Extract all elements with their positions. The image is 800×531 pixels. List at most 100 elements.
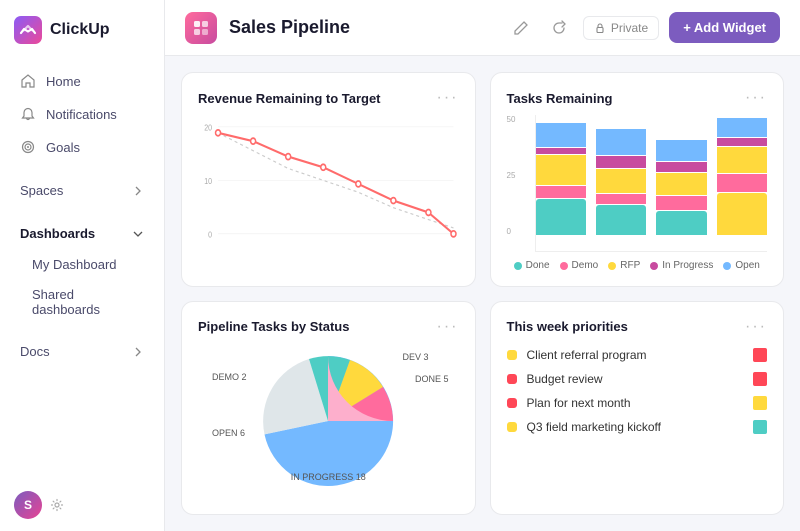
chevron-down-icon	[132, 228, 144, 240]
pipeline-card-header: Pipeline Tasks by Status ···	[198, 318, 459, 336]
revenue-card-menu[interactable]: ···	[437, 89, 459, 107]
revenue-card-header: Revenue Remaining to Target ···	[198, 89, 459, 107]
legend-demo-label: Demo	[572, 260, 599, 271]
sidebar-item-notifications-label: Notifications	[46, 107, 117, 122]
bar-chart-legend: Done Demo RFP In Progress	[507, 260, 768, 271]
dashboards-section: Dashboards My Dashboard Shared dashboard…	[0, 218, 164, 324]
dashboards-section-header[interactable]: Dashboards	[6, 218, 158, 249]
bar-groups	[535, 115, 768, 252]
bar-done-2	[596, 205, 646, 235]
dashboards-label: Dashboards	[20, 226, 95, 241]
spaces-section: Spaces	[0, 175, 164, 206]
bar-chart-y-axis: 50 25 0	[507, 115, 516, 236]
sidebar-item-goals-label: Goals	[46, 140, 80, 155]
bar-done-1	[536, 199, 586, 235]
pipeline-pie-area: DEV 3 DONE 5 IN PROGRESS 18 OPEN 6 DEMO …	[198, 344, 459, 499]
bar-inprogress-4	[717, 138, 767, 145]
priority-item-3: Q3 field marketing kickoff	[507, 420, 768, 434]
tasks-card-title: Tasks Remaining	[507, 91, 613, 106]
pipeline-card: Pipeline Tasks by Status ···	[181, 301, 476, 516]
priority-item-0: Client referral program	[507, 348, 768, 362]
sidebar-item-notifications[interactable]: Notifications	[6, 98, 158, 130]
priorities-card: This week priorities ··· Client referral…	[490, 301, 785, 516]
docs-section-header[interactable]: Docs	[6, 336, 158, 367]
bar-open-3	[656, 140, 706, 162]
bar-inprogress-2	[596, 156, 646, 168]
priority-list: Client referral program Budget review Pl…	[507, 348, 768, 499]
legend-demo-dot	[560, 262, 568, 270]
tasks-bar-chart: 50 25 0	[507, 115, 768, 271]
priority-flag-0	[753, 348, 767, 362]
priorities-card-title: This week priorities	[507, 319, 628, 334]
refresh-icon	[551, 20, 567, 36]
bar-open-4	[717, 118, 767, 137]
pie-label-done: DONE 5	[415, 374, 449, 384]
chevron-right-icon	[132, 185, 144, 197]
y-label-25: 25	[507, 171, 516, 180]
priority-dot-3	[507, 422, 517, 432]
target-icon	[20, 139, 36, 155]
avatar[interactable]: S	[14, 491, 42, 519]
pie-label-dev: DEV 3	[402, 352, 428, 362]
sidebar-item-goals[interactable]: Goals	[6, 131, 158, 163]
priorities-card-header: This week priorities ···	[507, 318, 768, 336]
bar-done-4	[717, 193, 767, 235]
bar-group-1	[536, 115, 586, 235]
pipeline-card-menu[interactable]: ···	[437, 318, 459, 336]
clickup-logo-icon	[14, 16, 42, 44]
add-widget-button[interactable]: + Add Widget	[669, 12, 780, 43]
legend-open-dot	[723, 262, 731, 270]
priority-dot-1	[507, 374, 517, 384]
priority-dot-0	[507, 350, 517, 360]
logo-text: ClickUp	[50, 21, 110, 39]
pencil-icon	[513, 20, 529, 36]
bar-group-2	[596, 115, 646, 235]
priority-flag-2	[753, 396, 767, 410]
bar-group-4	[717, 115, 767, 235]
revenue-card-title: Revenue Remaining to Target	[198, 91, 381, 106]
lock-icon	[594, 22, 606, 34]
revenue-line-chart: 20 10 0	[198, 115, 459, 270]
bar-rfp-2	[596, 169, 646, 193]
sidebar-item-home[interactable]: Home	[6, 65, 158, 97]
priority-item-2: Plan for next month	[507, 396, 768, 410]
chevron-right-docs-icon	[132, 346, 144, 358]
legend-done-label: Done	[526, 260, 550, 271]
spaces-section-header[interactable]: Spaces	[6, 175, 158, 206]
sidebar-footer: S	[0, 479, 164, 531]
legend-open: Open	[723, 260, 759, 271]
sidebar: ClickUp Home Notifications Goals Spaces	[0, 0, 165, 531]
sidebar-item-home-label: Home	[46, 74, 81, 89]
bar-demo-1	[536, 186, 586, 198]
page-icon	[185, 12, 217, 44]
private-label: Private	[611, 21, 648, 35]
docs-label: Docs	[20, 344, 50, 359]
svg-text:10: 10	[204, 176, 212, 186]
my-dashboard-label: My Dashboard	[32, 257, 117, 272]
settings-icon[interactable]	[50, 498, 64, 512]
refresh-icon-button[interactable]	[545, 14, 573, 42]
tasks-card: Tasks Remaining ··· 50 25 0	[490, 72, 785, 287]
bar-rfp-4	[717, 147, 767, 173]
sidebar-item-shared-dashboards[interactable]: Shared dashboards	[6, 280, 158, 324]
bar-inprogress-3	[656, 162, 706, 172]
page-title: Sales Pipeline	[229, 17, 495, 38]
shared-dashboards-label: Shared dashboards	[32, 287, 100, 317]
y-label-0: 0	[507, 227, 516, 236]
legend-open-label: Open	[735, 260, 759, 271]
priority-item-1: Budget review	[507, 372, 768, 386]
private-badge[interactable]: Private	[583, 16, 659, 40]
tasks-card-menu[interactable]: ···	[745, 89, 767, 107]
svg-text:0: 0	[208, 230, 212, 240]
edit-icon-button[interactable]	[507, 14, 535, 42]
priority-text-2: Plan for next month	[527, 396, 744, 410]
sidebar-item-my-dashboard[interactable]: My Dashboard	[6, 250, 158, 279]
priority-dot-2	[507, 398, 517, 408]
pie-label-inprogress: IN PROGRESS 18	[291, 472, 366, 482]
bar-done-3	[656, 211, 706, 235]
priorities-card-menu[interactable]: ···	[745, 318, 767, 336]
revenue-card: Revenue Remaining to Target ··· 20 10 0	[181, 72, 476, 287]
legend-inprogress-dot	[650, 262, 658, 270]
bell-icon	[20, 106, 36, 122]
topbar: Sales Pipeline Private + Add Widget	[165, 0, 800, 56]
